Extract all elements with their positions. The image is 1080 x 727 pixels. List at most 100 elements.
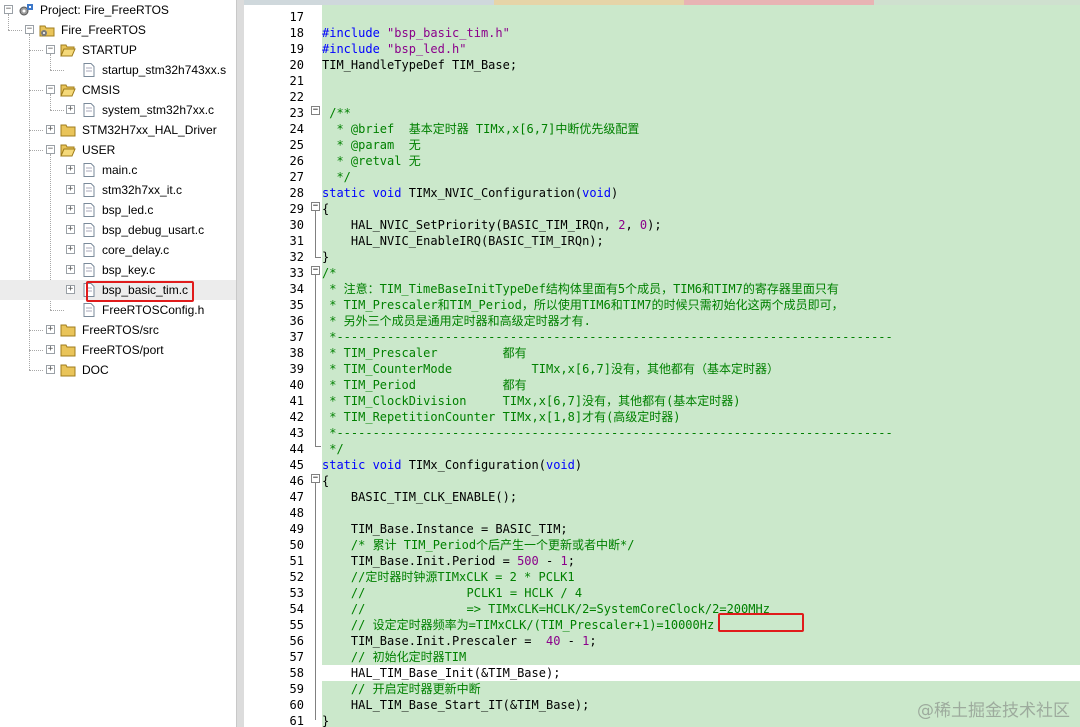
line-number: 56 [289, 634, 304, 648]
code-line[interactable]: TIM_Base.Instance = BASIC_TIM; [322, 521, 568, 537]
fold-toggle-icon[interactable]: − [311, 266, 320, 275]
code-line[interactable]: TIM_Base.Init.Prescaler = 40 - 1; [322, 633, 597, 649]
code-token: - [560, 634, 583, 648]
code-line[interactable]: /** [322, 105, 351, 121]
pane-splitter[interactable] [236, 0, 244, 727]
code-line[interactable]: //定时器时钟源TIMxCLK = 2 * PCLK1 [322, 569, 575, 585]
tree-file[interactable]: + system_stm32h7xx.c [0, 100, 236, 120]
tree-group-startup[interactable]: − STARTUP [0, 40, 236, 60]
expand-toggle[interactable]: + [66, 245, 75, 254]
tree-file-debug-usart[interactable]: + bsp_debug_usart.c [0, 220, 236, 240]
tree-group-freertos-src[interactable]: + FreeRTOS/src [0, 320, 236, 340]
code-line[interactable]: #include "bsp_basic_tim.h" [322, 25, 510, 41]
code-line[interactable]: #include "bsp_led.h" [322, 41, 467, 57]
tree-file-led[interactable]: + bsp_led.c [0, 200, 236, 220]
code-token: 40 [545, 634, 561, 648]
tree-project-root[interactable]: − Project: Fire_FreeRTOS [0, 0, 236, 20]
code-token: "bsp_basic_tim.h" [387, 26, 510, 40]
code-line[interactable]: /* 累计 TIM_Period个后产生一个更新或者中断*/ [322, 537, 635, 553]
collapse-toggle[interactable]: − [46, 85, 55, 94]
code-token: } [322, 250, 330, 264]
watermark: @稀土掘金技术社区 [917, 701, 1070, 721]
code-line[interactable]: // 开启定时器更新中断 [322, 681, 481, 697]
tree-target[interactable]: − Fire_FreeRTOS [0, 20, 236, 40]
code-line[interactable]: static void TIMx_Configuration(void) [322, 457, 582, 473]
code-line[interactable]: * 注意：TIM_TimeBaseInitTypeDef结构体里面有5个成员，T… [322, 281, 839, 297]
code-line[interactable]: TIM_HandleTypeDef TIM_Base; [322, 57, 517, 73]
code-token: TIM_Base.Init.Period = [322, 554, 518, 568]
folder-icon [60, 124, 76, 137]
code-line[interactable]: // 初始化定时器TIM [322, 649, 466, 665]
expand-toggle[interactable]: + [66, 285, 75, 294]
code-line[interactable]: * TIM_RepetitionCounter TIMx,x[1,8]才有(高级… [322, 409, 680, 425]
code-line[interactable]: static void TIMx_NVIC_Configuration(void… [322, 185, 618, 201]
tree-file-key[interactable]: + bsp_key.c [0, 260, 236, 280]
code-line[interactable]: } [322, 249, 329, 265]
collapse-toggle[interactable]: − [4, 5, 13, 14]
code-line[interactable]: * TIM_ClockDivision TIMx,x[6,7]没有，其他都有(基… [322, 393, 740, 409]
code-line[interactable]: * TIM_Prescaler 都有 [322, 345, 526, 361]
code-line[interactable]: */ [322, 441, 343, 457]
expand-toggle[interactable]: + [66, 265, 75, 274]
code-line[interactable]: *---------------------------------------… [322, 329, 893, 345]
code-line[interactable]: // PCLK1 = HCLK / 4 [322, 585, 582, 601]
code-line[interactable]: *---------------------------------------… [322, 425, 893, 441]
code-line[interactable]: TIM_Base.Init.Period = 500 - 1; [322, 553, 575, 569]
code-line[interactable]: */ [322, 169, 351, 185]
code-token: static [322, 458, 373, 472]
code-line[interactable]: { [322, 201, 329, 217]
project-tree[interactable]: − Project: Fire_FreeRTOS − Fire_FreeRTOS… [0, 0, 237, 727]
code-line[interactable]: * @brief 基本定时器 TIMx,x[6,7]中断优先级配置 [322, 121, 639, 137]
code-token: void [372, 458, 409, 472]
expand-toggle[interactable]: + [66, 225, 75, 234]
file-icon [83, 303, 95, 317]
code-line[interactable]: BASIC_TIM_CLK_ENABLE(); [322, 489, 517, 505]
code-line[interactable]: * @retval 无 [322, 153, 420, 169]
collapse-toggle[interactable]: − [46, 45, 55, 54]
code-line[interactable]: // 设定定时器频率为=TIMxCLK/(TIM_Prescaler+1)=10… [322, 617, 714, 633]
code-line[interactable]: // => TIMxCLK=HCLK/2=SystemCoreClock/2=2… [322, 601, 770, 617]
code-line[interactable]: HAL_TIM_Base_Start_IT(&TIM_Base); [322, 697, 589, 713]
code-line[interactable]: * @param 无 [322, 137, 420, 153]
line-number: 52 [289, 570, 304, 584]
collapse-toggle[interactable]: − [46, 145, 55, 154]
code-line[interactable]: { [322, 473, 329, 489]
code-line[interactable]: * TIM_CounterMode TIMx,x[6,7]没有，其他都有（基本定… [322, 361, 779, 377]
code-line[interactable]: /* [322, 265, 336, 281]
tree-label: CMSIS [82, 83, 121, 97]
tree-group-cmsis[interactable]: − CMSIS [0, 80, 236, 100]
expand-toggle[interactable]: + [46, 125, 55, 134]
code-line[interactable]: HAL_NVIC_SetPriority(BASIC_TIM_IRQn, 2, … [322, 217, 662, 233]
fold-toggle-icon[interactable]: − [311, 474, 320, 483]
code-token: { [322, 474, 330, 488]
expand-toggle[interactable]: + [46, 325, 55, 334]
expand-toggle[interactable]: + [66, 185, 75, 194]
fold-toggle-icon[interactable]: − [311, 202, 320, 211]
fold-toggle-icon[interactable]: − [311, 106, 320, 115]
line-number: 18 [289, 26, 304, 40]
tree-group-freertos-port[interactable]: + FreeRTOS/port [0, 340, 236, 360]
expand-toggle[interactable]: + [66, 105, 75, 114]
expand-toggle[interactable]: + [46, 365, 55, 374]
code-token: */ [322, 170, 351, 184]
expand-toggle[interactable]: + [46, 345, 55, 354]
code-line[interactable]: * 另外三个成员是通用定时器和高级定时器才有. [322, 313, 591, 329]
tree-group-hal-driver[interactable]: + STM32H7xx_HAL_Driver [0, 120, 236, 140]
code-line[interactable]: } [322, 713, 329, 727]
tree-file[interactable]: startup_stm32h743xx.s [0, 60, 236, 80]
code-editor[interactable]: 17 18 #include "bsp_basic_tim.h" 19 #include… [244, 0, 1080, 727]
expand-toggle[interactable]: + [66, 165, 75, 174]
code-line[interactable]: * TIM_Period 都有 [322, 377, 526, 393]
code-line[interactable]: HAL_NVIC_EnableIRQ(BASIC_TIM_IRQn); [322, 233, 604, 249]
line-number: 23 [289, 106, 304, 120]
tree-file-freertos-config[interactable]: FreeRTOSConfig.h [0, 300, 236, 320]
code-line[interactable]: HAL_TIM_Base_Init(&TIM_Base); [322, 665, 1080, 681]
tree-group-user[interactable]: − USER [0, 140, 236, 160]
expand-toggle[interactable]: + [66, 205, 75, 214]
code-line[interactable]: * TIM_Prescaler和TIM_Period，所以使用TIM6和TIM7… [322, 297, 843, 313]
tree-file-main[interactable]: + main.c [0, 160, 236, 180]
tree-file-core-delay[interactable]: + core_delay.c [0, 240, 236, 260]
tree-group-doc[interactable]: + DOC [0, 360, 236, 380]
tree-file-it[interactable]: + stm32h7xx_it.c [0, 180, 236, 200]
collapse-toggle[interactable]: − [25, 25, 34, 34]
